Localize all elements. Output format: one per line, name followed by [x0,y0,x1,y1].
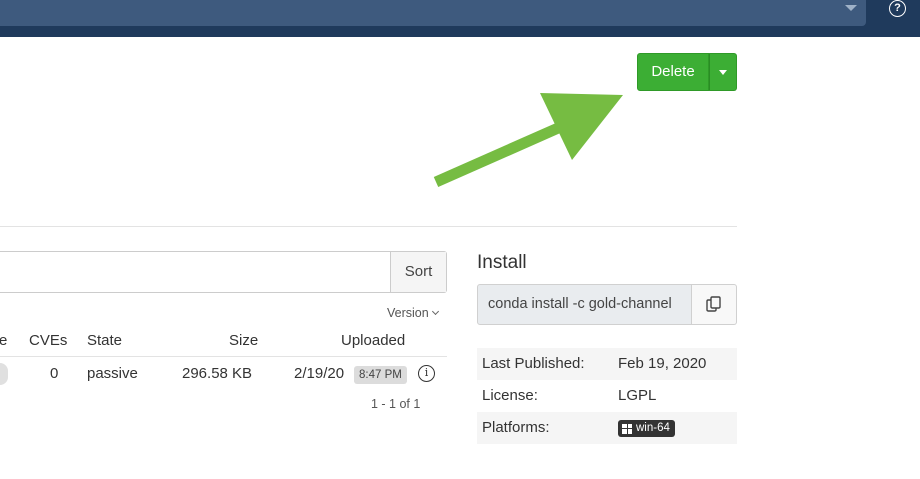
row-size: 296.58 KB [182,365,253,382]
annotation-arrow-shaft [433,119,568,188]
column-header-state[interactable]: State [87,332,122,349]
column-header-e[interactable]: e [0,332,7,349]
caret-down-icon [719,70,727,75]
install-command-field[interactable]: conda install -c gold-channel [477,284,692,325]
delete-options-toggle[interactable] [709,53,737,91]
annotation-arrow [433,93,623,188]
meta-row-license: License: LGPL [477,380,737,412]
section-divider [0,226,737,227]
column-header-cves[interactable]: CVEs [29,332,67,349]
copy-button[interactable] [692,284,737,325]
row-cves: 0 [50,365,59,382]
row-pill-badge [0,363,8,385]
install-heading: Install [477,252,527,273]
top-search-dropdown[interactable] [0,0,866,26]
info-icon[interactable]: i [418,365,435,382]
files-search-group: Sort [0,251,447,293]
delete-button-group: Delete [637,53,737,91]
delete-button[interactable]: Delete [637,53,709,91]
column-header-size[interactable]: Size [229,332,258,349]
row-uploaded-date: 2/19/20 [294,365,345,382]
pagination-summary: 1 - 1 of 1 [371,397,421,411]
platform-badge-label: win-64 [636,422,670,434]
last-published-value: Feb 19, 2020 [618,355,707,372]
copy-icon [706,296,721,312]
chevron-down-icon [431,307,439,316]
table-header-divider [0,356,447,357]
sort-button[interactable]: Sort [390,252,446,292]
row-state: passive [87,365,138,382]
last-published-label: Last Published: [482,355,585,372]
platforms-label: Platforms: [482,419,550,436]
column-header-uploaded[interactable]: Uploaded [341,332,405,349]
version-dropdown-label: Version [387,306,429,320]
license-label: License: [482,387,538,404]
help-icon[interactable]: ? [889,0,906,17]
meta-row-platforms: Platforms: win-64 [477,412,737,444]
files-search-input[interactable] [0,252,390,292]
caret-down-icon [845,5,857,11]
install-command-group: conda install -c gold-channel [477,284,737,325]
platform-badge: win-64 [618,420,675,437]
license-value: LGPL [618,387,657,404]
row-uploaded-time: 8:47 PM [354,366,407,384]
top-navbar: ? [0,0,920,37]
windows-icon [622,423,632,434]
version-dropdown[interactable]: Version [387,306,439,320]
meta-row-last-published: Last Published: Feb 19, 2020 [477,348,737,380]
